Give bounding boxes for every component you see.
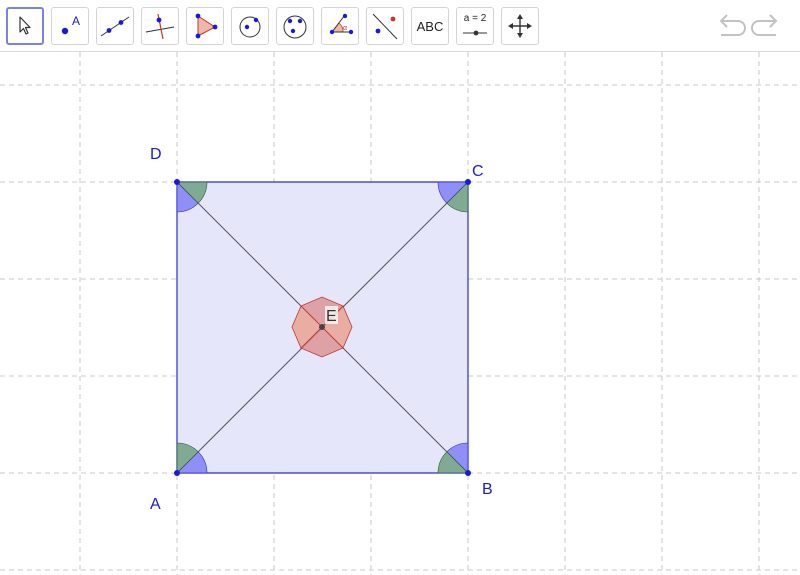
move-arrows-icon xyxy=(508,14,532,38)
polygon-icon xyxy=(195,13,218,39)
undo-button[interactable] xyxy=(713,10,747,42)
circle-three-points-icon xyxy=(283,15,307,39)
point-a[interactable] xyxy=(174,470,180,476)
undo-icon xyxy=(719,14,746,36)
polygon-tool-button[interactable] xyxy=(186,7,224,45)
reflect-tool-button[interactable] xyxy=(366,7,404,45)
point-tool-button[interactable]: A xyxy=(51,7,89,45)
graphics-view[interactable]: A B C D E xyxy=(0,52,800,575)
point-b-label[interactable]: B xyxy=(482,481,493,498)
point-c[interactable] xyxy=(465,179,471,185)
point-c-label[interactable]: C xyxy=(472,163,484,180)
reflect-about-line-icon xyxy=(372,13,398,40)
perpendicular-line-tool-button[interactable] xyxy=(141,7,179,45)
move-graphics-view-tool-button[interactable] xyxy=(501,7,539,45)
line-tool-button[interactable] xyxy=(96,7,134,45)
circle-center-icon xyxy=(239,16,261,38)
text-tool-label: ABC xyxy=(416,18,444,34)
angle-tool-button[interactable]: α xyxy=(321,7,359,45)
toolbar: A α ABC a = 2 xyxy=(0,0,800,52)
point-e[interactable] xyxy=(319,324,325,330)
move-tool-button[interactable] xyxy=(6,7,44,45)
line-through-points-icon xyxy=(100,16,130,37)
angle-tool-label: α xyxy=(343,25,347,32)
redo-button[interactable] xyxy=(750,10,784,42)
angle-icon: α xyxy=(329,13,354,35)
point-tool-label: A xyxy=(72,14,80,28)
perpendicular-line-icon xyxy=(145,13,175,40)
redo-icon xyxy=(751,14,778,36)
slider-tool-label: a = 2 xyxy=(463,13,487,24)
point-e-label[interactable]: E xyxy=(326,308,337,325)
point-icon: A xyxy=(61,14,80,35)
circle-center-point-tool-button[interactable] xyxy=(231,7,269,45)
point-b[interactable] xyxy=(465,470,471,476)
text-tool-button[interactable]: ABC xyxy=(411,7,449,45)
point-d[interactable] xyxy=(174,179,180,185)
slider-tool-button[interactable]: a = 2 xyxy=(456,7,494,45)
circle-three-points-tool-button[interactable] xyxy=(276,7,314,45)
point-d-label[interactable]: D xyxy=(150,146,162,163)
point-a-label[interactable]: A xyxy=(150,496,161,513)
cursor-arrow-icon xyxy=(19,16,31,35)
